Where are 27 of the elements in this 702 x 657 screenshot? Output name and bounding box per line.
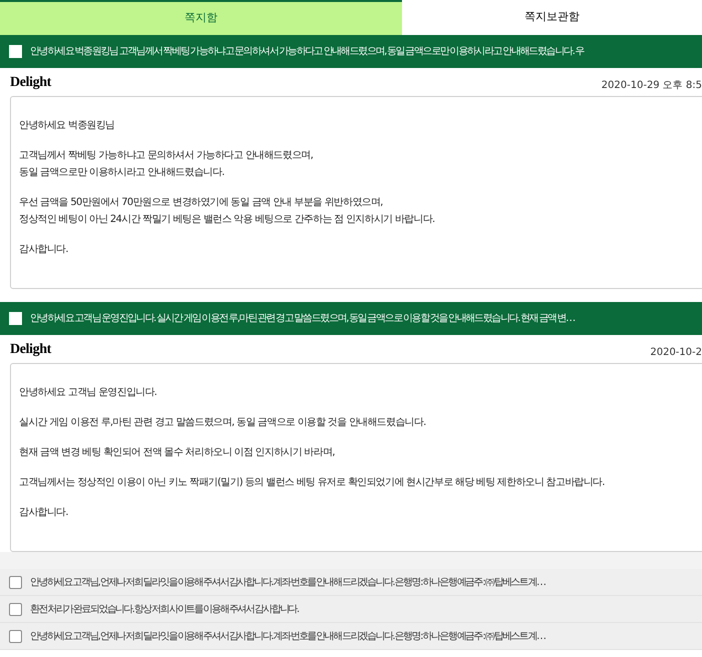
checkbox[interactable] (9, 630, 22, 642)
message-row[interactable]: 안녕하세요 고객님, 언제나 저희 딜라잇을 이용해 주셔서 감사합니다. 계좌 번호를 안내해 드리겠습니다. 은행명 : 하나은행 예금주 : ㈜ 탑베스트 계… (0, 623, 702, 650)
message-paragraph: 감사합니다. (19, 243, 69, 257)
message-paragraph: 안녕하세요 고객님 운영진입니다. (19, 386, 158, 400)
message-subject: 환전 처리가 완료되었습니다. 항상 저희 사이트를 이용해 주셔서 감사합니다. (30, 602, 298, 616)
message-date: 2020-10-29 오후 8:5 (601, 79, 702, 93)
message-row[interactable]: 환전 처리가 완료되었습니다. 항상 저희 사이트를 이용해 주셔서 감사합니다. (0, 596, 702, 623)
message-row[interactable]: 안녕하세요 고객님, 언제나 저희 딜라잇을 이용해 주셔서 감사합니다. 계좌 번호를 안내해 드리겠습니다. 은행명 : 하나은행 예금주 : ㈜ 탑베스트 계… (0, 569, 702, 596)
checkbox[interactable] (9, 602, 22, 616)
message-paragraph: 감사합니다. (19, 506, 69, 520)
message-paragraph: 실시간 게임 이용전 루,마틴 관련 경고 말씀드렸으며, 동일 금액으로 이용할 것을 안내해드렸습니다. (19, 416, 427, 430)
message-subject: 안녕하세요 벅종원킹님 고객님께서 짝베팅 가능하냐고 문의하셔서 가능하다고 안내해드렸으며, 동일 금액으로만 이용하시라고 안내해드렸습니다. 우 (30, 45, 584, 59)
message-subject: 안녕하세요 고객님, 언제나 저희 딜라잇을 이용해 주셔서 감사합니다. 계좌 번호를 안내해 드리겠습니다. 은행명 : 하나은행 예금주 : ㈜ 탑베스트 계… (30, 630, 545, 644)
message-subject: 안녕하세요 고객님, 언제나 저희 딜라잇을 이용해 주셔서 감사합니다. 계좌 번호를 안내해 드리겠습니다. 은행명 : 하나은행 예금주 : ㈜ 탑베스트 계… (30, 576, 545, 590)
checkbox[interactable] (9, 576, 22, 588)
message-subject-bar[interactable]: 안녕하세요 고객님 운영진입니다. 실시간 게임 이용전 루,마틴 관련 경고 말씀드렸으며, 동일 금액으로 이용할 것을 안내해드렸습니다. 현재 금액 변… (0, 302, 702, 335)
sender-logo: Delight (10, 341, 52, 359)
message-paragraph: 안녕하세요 벅종원킹님 (19, 119, 116, 133)
message-date: 2020-10-2 (650, 346, 702, 360)
sender-logo: Delight (10, 74, 52, 92)
message-subject-bar[interactable]: 안녕하세요 벅종원킹님 고객님께서 짝베팅 가능하냐고 문의하셔서 가능하다고 안내해드렸으며, 동일 금액으로만 이용하시라고 안내해드렸습니다. 우 (0, 35, 702, 68)
message-subject: 안녕하세요 고객님 운영진입니다. 실시간 게임 이용전 루,마틴 관련 경고 말씀드렸으며, 동일 금액으로 이용할 것을 안내해드렸습니다. 현재 금액 변… (30, 312, 574, 326)
message-paragraph: 고객님께서 짝베팅 가능하냐고 문의하셔서 가능하다고 안내해드렸으며, 동일 금액으로만 이용하시라고 안내해드렸습니다. (19, 149, 314, 180)
message-paragraph: 현재 금액 변경 베팅 확인되어 전액 몰수 처리하오니 이점 인지하시기 바라며, (19, 446, 336, 460)
tab[interactable]: 쪽지함 (0, 0, 402, 35)
message-paragraph: 고객님께서는 정상적인 이용이 아닌 키노 짝패기(밀기) 등의 밸런스 베팅 유저로 확인되었기에 현시간부로 해당 베팅 제한하오니 참고바랍니다. (19, 476, 606, 490)
message-paragraph: 우선 금액을 50만원에서 70만원으로 변경하였기에 동일 금액 안내 부분을 위반하였으며, 정상적인 베팅이 아닌 24시간 짝밀기 베팅은 밸런스 악용 베팅으로 간주하는 점 인지하시기 바랍니다. (19, 196, 436, 227)
